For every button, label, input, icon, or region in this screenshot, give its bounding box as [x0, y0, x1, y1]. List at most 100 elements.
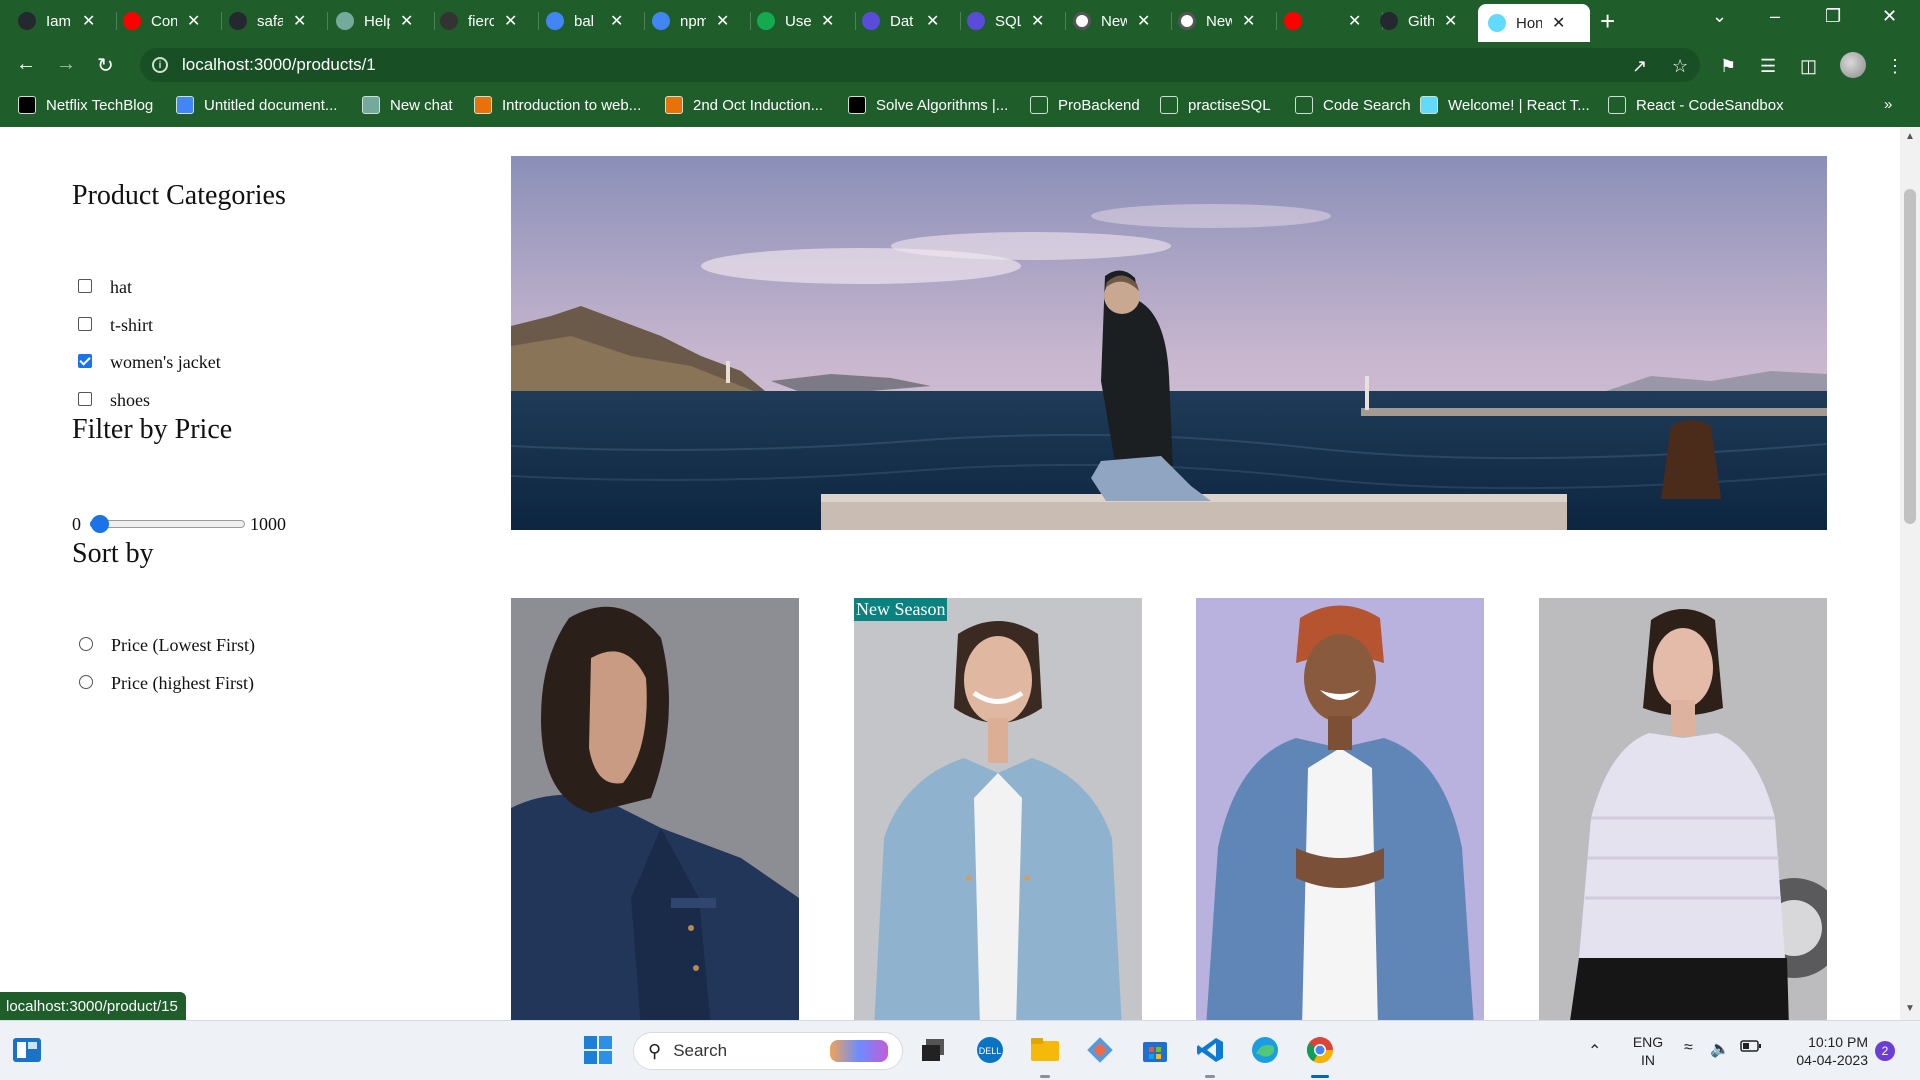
browser-tab[interactable]: npm ✕ — [652, 4, 752, 38]
browser-tab[interactable]: Dat ✕ — [862, 4, 962, 38]
scroll-up-icon[interactable]: ▲ — [1905, 131, 1915, 142]
close-tab-icon[interactable]: ✕ — [1031, 11, 1044, 31]
browser-tab[interactable]: SQL ✕ — [967, 4, 1067, 38]
category-checkbox-shoes[interactable] — [78, 392, 92, 406]
address-bar[interactable]: i localhost:3000/products/1 — [140, 48, 1700, 82]
close-tab-icon[interactable]: ✕ — [1242, 11, 1255, 31]
bookmark-item[interactable]: New chat — [362, 96, 453, 114]
product-card[interactable] — [511, 598, 799, 1020]
price-slider-track[interactable] — [90, 520, 245, 528]
category-checkbox-womens-jacket[interactable] — [78, 354, 92, 368]
chrome-icon[interactable] — [1305, 1035, 1335, 1065]
share-icon[interactable]: ↗ — [1632, 56, 1647, 77]
bookmark-item[interactable]: ProBackend — [1030, 96, 1140, 114]
file-explorer-icon[interactable] — [1030, 1035, 1060, 1065]
task-view-icon[interactable] — [918, 1035, 948, 1065]
close-tab-icon[interactable]: ✕ — [821, 11, 834, 31]
page-scrollbar[interactable]: ▲ ▼ — [1900, 127, 1920, 1020]
reload-icon[interactable]: ↻ — [97, 53, 114, 78]
close-tab-icon[interactable]: ✕ — [610, 11, 623, 31]
browser-tab[interactable]: Use ✕ — [757, 4, 857, 38]
clock[interactable]: 10:10 PM 04-04-2023 — [1778, 1033, 1868, 1069]
git-gui-icon[interactable] — [1085, 1035, 1115, 1065]
close-tab-icon[interactable]: ✕ — [293, 11, 306, 31]
new-tab-button[interactable]: + — [1600, 6, 1615, 37]
tab-search-icon[interactable]: ⌄ — [1712, 6, 1727, 27]
browser-tab[interactable]: safa ✕ — [229, 4, 329, 38]
browser-tab[interactable]: New ✕ — [1178, 4, 1278, 38]
close-tab-icon[interactable]: ✕ — [1444, 11, 1457, 31]
menu-icon[interactable]: ⋮ — [1886, 56, 1904, 77]
bookmark-item[interactable]: 2nd Oct Induction... — [665, 96, 823, 114]
bookmark-item[interactable]: React - CodeSandbox — [1608, 96, 1784, 114]
scroll-down-icon[interactable]: ▼ — [1905, 1003, 1915, 1014]
extensions-icon[interactable]: ⚑ — [1720, 56, 1736, 77]
bookmark-item[interactable]: Introduction to web... — [474, 96, 641, 114]
tab-title: Use — [785, 12, 811, 30]
forward-icon[interactable]: → — [56, 53, 76, 76]
site-info-icon[interactable]: i — [152, 57, 168, 73]
language-line2: IN — [1641, 1052, 1655, 1068]
profile-avatar[interactable] — [1840, 52, 1866, 78]
volume-icon[interactable]: 🔈 — [1710, 1039, 1730, 1059]
widgets-icon[interactable] — [12, 1035, 42, 1065]
close-window-icon[interactable]: ✕ — [1882, 6, 1897, 27]
bookmark-star-icon[interactable]: ☆ — [1672, 56, 1688, 77]
microsoft-store-icon[interactable] — [1140, 1035, 1170, 1065]
browser-tab[interactable]: ✕ — [1284, 4, 1384, 38]
browser-tab[interactable]: fierc ✕ — [440, 4, 540, 38]
vscode-icon[interactable] — [1195, 1035, 1225, 1065]
close-tab-icon[interactable]: ✕ — [1552, 13, 1565, 33]
close-tab-icon[interactable]: ✕ — [1137, 11, 1150, 31]
category-checkbox-tshirt[interactable] — [78, 317, 92, 331]
side-panel-icon[interactable]: ◫ — [1800, 56, 1817, 77]
database-icon — [862, 12, 880, 30]
dell-icon[interactable]: DELL — [975, 1035, 1005, 1065]
close-tab-icon[interactable]: ✕ — [1348, 11, 1361, 31]
bookmark-item[interactable]: practiseSQL — [1160, 96, 1271, 114]
browser-tab[interactable]: Hon ✕ — [1478, 4, 1590, 42]
site-icon — [440, 12, 458, 30]
bookmark-item[interactable]: Welcome! | React T... — [1420, 96, 1590, 114]
browser-tab[interactable]: bal ✕ — [546, 4, 646, 38]
sort-radio-lowest[interactable] — [79, 637, 93, 651]
product-card[interactable] — [1539, 598, 1827, 1020]
close-tab-icon[interactable]: ✕ — [187, 11, 200, 31]
browser-tab[interactable]: Gith ✕ — [1380, 4, 1480, 38]
sort-radio-highest[interactable] — [79, 675, 93, 689]
restore-icon[interactable]: ❐ — [1825, 6, 1841, 27]
taskbar-search[interactable]: ⚲ Search — [633, 1032, 903, 1070]
close-tab-icon[interactable]: ✕ — [926, 11, 939, 31]
close-tab-icon[interactable]: ✕ — [82, 11, 95, 31]
bookmark-item[interactable]: Netflix TechBlog — [18, 96, 153, 114]
close-tab-icon[interactable]: ✕ — [504, 11, 517, 31]
minimize-icon[interactable]: – — [1770, 6, 1780, 27]
battery-icon[interactable] — [1740, 1039, 1762, 1056]
browser-tab[interactable]: New ✕ — [1073, 4, 1173, 38]
address-url[interactable]: localhost:3000/products/1 — [182, 55, 376, 75]
back-icon[interactable]: ← — [16, 53, 36, 76]
start-icon[interactable] — [583, 1035, 613, 1065]
bookmark-item[interactable]: Code Search — [1295, 96, 1411, 114]
media-control-icon[interactable]: ☰ — [1760, 56, 1776, 77]
sort-label-highest: Price (highest First) — [111, 673, 254, 693]
scrollbar-thumb[interactable] — [1904, 189, 1916, 524]
price-slider-thumb[interactable] — [91, 515, 109, 533]
show-hidden-icons[interactable]: ⌃ — [1588, 1041, 1601, 1061]
tab-title: Hon — [1516, 14, 1542, 32]
close-tab-icon[interactable]: ✕ — [400, 11, 413, 31]
category-checkbox-hat[interactable] — [78, 279, 92, 293]
close-tab-icon[interactable]: ✕ — [716, 11, 729, 31]
edge-icon[interactable] — [1250, 1035, 1280, 1065]
browser-tab[interactable]: Con ✕ — [123, 4, 223, 38]
language-indicator[interactable]: ENG IN — [1630, 1033, 1666, 1069]
product-card[interactable]: New Season — [854, 598, 1142, 1020]
bookmark-item[interactable]: Untitled document... — [176, 96, 337, 114]
more-bookmarks-icon[interactable]: » — [1884, 96, 1892, 113]
browser-tab[interactable]: Help ✕ — [336, 4, 436, 38]
notification-badge[interactable]: 2 — [1875, 1041, 1895, 1061]
browser-tab[interactable]: Iam ✕ — [18, 4, 118, 38]
wifi-icon[interactable]: ≈ — [1684, 1039, 1693, 1057]
product-card[interactable] — [1196, 598, 1484, 1020]
bookmark-item[interactable]: Solve Algorithms |... — [848, 96, 1008, 114]
